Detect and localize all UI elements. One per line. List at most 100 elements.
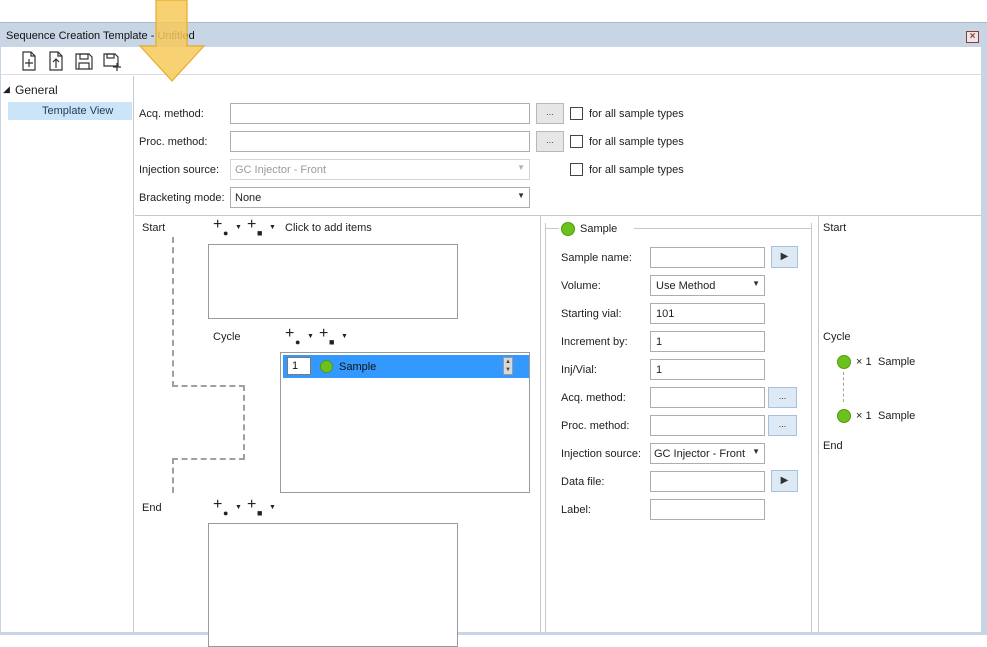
inj-all-types-checkbox[interactable] xyxy=(570,163,583,176)
preview-connector xyxy=(843,372,844,402)
props-border xyxy=(811,223,812,632)
injection-source-value: GC Injector - Front xyxy=(235,164,327,176)
sample-icon xyxy=(837,355,851,369)
injection-source-select: GC Injector - Front ▼ xyxy=(230,159,530,180)
sample-icon xyxy=(320,360,333,373)
props-proc-browse-button[interactable]: ... xyxy=(768,415,797,436)
increment-input[interactable]: 1 xyxy=(650,331,765,352)
start-label: Start xyxy=(142,222,166,234)
bracketing-mode-label: Bracketing mode: xyxy=(139,192,225,204)
chevron-down-icon: ▼ xyxy=(752,279,760,288)
flow-connector xyxy=(172,458,174,493)
row-sample-name: Sample xyxy=(339,361,377,373)
save-icon[interactable] xyxy=(74,51,94,71)
props-acq-browse-button[interactable]: ... xyxy=(768,387,797,408)
group-border xyxy=(545,228,559,229)
props-acq-method-label: Acq. method: xyxy=(561,392,626,404)
app-window: Sequence Creation Template - Untitled × xyxy=(0,22,987,647)
proc-method-browse-button[interactable]: ... xyxy=(536,131,564,152)
add-sample-button[interactable]: + ● ▼ xyxy=(213,217,242,239)
sample-name-input[interactable] xyxy=(650,247,765,268)
flow-connector xyxy=(243,385,245,460)
chevron-down-icon: ▼ xyxy=(517,163,525,172)
acq-method-label: Acq. method: xyxy=(139,108,204,120)
expand-triangle-icon[interactable]: ◢ xyxy=(3,84,10,95)
starting-vial-label: Starting vial: xyxy=(561,308,622,320)
add-end-action-button[interactable]: + ■ ▼ xyxy=(247,497,276,519)
inj-vial-label: Inj/Vial: xyxy=(561,364,597,376)
data-file-label: Data file: xyxy=(561,476,605,488)
proc-all-types-checkbox[interactable] xyxy=(570,135,583,148)
end-label: End xyxy=(142,502,162,514)
acq-all-types-label: for all sample types xyxy=(589,108,684,120)
props-injection-source-select[interactable]: GC Injector - Front ▼ xyxy=(650,443,765,464)
inj-vial-input[interactable]: 1 xyxy=(650,359,765,380)
starting-vial-input[interactable]: 101 xyxy=(650,303,765,324)
nav-item-template-view[interactable]: Template View xyxy=(8,102,132,120)
props-border xyxy=(545,223,546,632)
flow-connector xyxy=(172,385,245,387)
new-document-icon[interactable] xyxy=(19,51,39,71)
increment-label: Increment by: xyxy=(561,336,628,348)
nav-group-general[interactable]: General xyxy=(15,83,58,97)
inj-all-types-label: for all sample types xyxy=(589,164,684,176)
props-injection-source-label: Injection source: xyxy=(561,448,642,460)
panel-divider xyxy=(540,216,541,632)
proc-all-types-label: for all sample types xyxy=(589,136,684,148)
chevron-down-icon: ▼ xyxy=(752,447,760,456)
row-count-input[interactable]: 1 xyxy=(287,357,311,375)
preview-item-multiplier: × 1 xyxy=(856,356,872,368)
props-proc-method-input[interactable] xyxy=(650,415,765,436)
list-item[interactable]: 1 Sample ▲ ▼ xyxy=(283,355,529,378)
cycle-label: Cycle xyxy=(213,331,241,343)
group-border xyxy=(634,228,812,229)
props-header: Sample xyxy=(580,223,618,235)
preview-item-name: Sample xyxy=(878,410,916,422)
label-input[interactable] xyxy=(650,499,765,520)
bracketing-mode-value: None xyxy=(235,192,262,204)
data-file-input[interactable] xyxy=(650,471,765,492)
form-divider xyxy=(135,215,981,216)
props-proc-method-label: Proc. method: xyxy=(561,420,630,432)
volume-select[interactable]: Use Method ▼ xyxy=(650,275,765,296)
upload-document-icon[interactable] xyxy=(46,51,66,71)
sample-icon xyxy=(561,222,575,236)
props-acq-method-input[interactable] xyxy=(650,387,765,408)
bracketing-mode-select[interactable]: None ▼ xyxy=(230,187,530,208)
navigation-tree: ◢ General Template View xyxy=(1,76,134,632)
flow-connector xyxy=(172,458,245,460)
acq-method-browse-button[interactable]: ... xyxy=(536,103,564,124)
data-file-arrow-button[interactable]: ▶ xyxy=(771,470,798,492)
window-client: ◢ General Template View Acq. method: ...… xyxy=(1,47,981,647)
props-injection-source-value: GC Injector - Front xyxy=(654,448,746,460)
preview-end-label: End xyxy=(823,440,843,452)
end-list[interactable] xyxy=(208,523,458,647)
preview-cycle-label: Cycle xyxy=(823,331,851,343)
label-label: Label: xyxy=(561,504,591,516)
acq-method-input[interactable] xyxy=(230,103,530,124)
acq-all-types-checkbox[interactable] xyxy=(570,107,583,120)
start-list[interactable] xyxy=(208,244,458,319)
injection-source-label: Injection source: xyxy=(139,164,220,176)
close-button[interactable]: × xyxy=(966,31,979,43)
proc-method-input[interactable] xyxy=(230,131,530,152)
chevron-down-icon: ▼ xyxy=(517,191,525,200)
add-action-button[interactable]: + ■ ▼ xyxy=(247,217,276,239)
preview-divider xyxy=(818,216,819,632)
preview-item-multiplier: × 1 xyxy=(856,410,872,422)
preview-item-name: Sample xyxy=(878,356,916,368)
sample-name-label: Sample name: xyxy=(561,252,632,264)
add-items-hint: Click to add items xyxy=(285,222,372,234)
add-cycle-action-button[interactable]: + ■ ▼ xyxy=(319,326,348,348)
sample-icon xyxy=(837,409,851,423)
preview-start-label: Start xyxy=(823,222,847,234)
add-end-sample-button[interactable]: + ● ▼ xyxy=(213,497,242,519)
row-spinner[interactable]: ▲ ▼ xyxy=(503,357,513,375)
add-cycle-sample-button[interactable]: + ● ▼ xyxy=(285,326,314,348)
save-as-icon[interactable] xyxy=(102,51,122,71)
play-arrow-button[interactable]: ▶ xyxy=(771,246,798,268)
flow-connector xyxy=(172,237,174,387)
volume-value: Use Method xyxy=(656,280,716,292)
proc-method-label: Proc. method: xyxy=(139,136,208,148)
cycle-list[interactable]: 1 Sample ▲ ▼ xyxy=(280,352,530,493)
